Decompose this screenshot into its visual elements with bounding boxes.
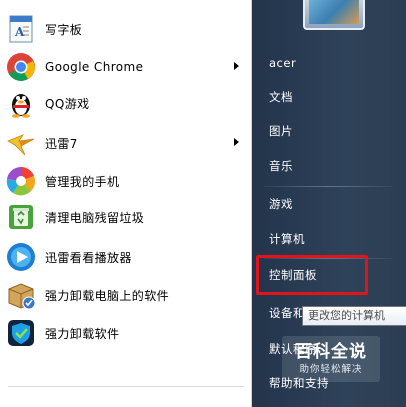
qq-penguin-icon xyxy=(5,87,37,119)
program-item-uninstall-software[interactable]: 强力卸载电脑上的软件 xyxy=(5,278,249,312)
wordpad-icon: A xyxy=(5,13,37,45)
program-item-google-chrome[interactable]: Google Chrome xyxy=(5,50,249,84)
watermark-title: 百科全说 xyxy=(295,342,367,362)
start-menu: A 写字板 Google Chrome QQ游戏 迅雷7 管理我的手机 清理电脑… xyxy=(0,0,406,407)
submenu-arrow-icon[interactable] xyxy=(234,138,239,146)
program-item-xunlei-player[interactable]: 迅雷看看播放器 xyxy=(5,240,249,274)
watermark-logo: 百科全说 助你轻松解决 xyxy=(282,336,380,382)
right-item-user[interactable]: acer xyxy=(262,50,402,76)
program-item-phone-manager[interactable]: 管理我的手机 xyxy=(5,164,249,198)
watermark-subtitle: 助你轻松解决 xyxy=(299,364,363,375)
program-label: QQ游戏 xyxy=(45,96,90,111)
program-label: 清理电脑残留垃圾 xyxy=(45,210,145,225)
user-avatar xyxy=(309,0,359,24)
program-label: 管理我的手机 xyxy=(45,174,120,189)
control-panel-highlight xyxy=(256,255,368,295)
program-label: 强力卸载软件 xyxy=(45,326,120,341)
right-item-computer[interactable]: 计算机 xyxy=(262,226,402,252)
divider xyxy=(8,386,244,387)
phone-manager-icon xyxy=(5,165,37,197)
chrome-icon xyxy=(5,51,37,83)
user-picture-frame[interactable] xyxy=(303,0,365,30)
program-label: 强力卸载电脑上的软件 xyxy=(45,288,170,303)
recycle-bin-icon xyxy=(5,201,37,233)
program-label: 迅雷看看播放器 xyxy=(45,250,132,265)
right-item-documents[interactable]: 文档 xyxy=(262,84,402,110)
submenu-arrow-icon[interactable] xyxy=(234,62,239,70)
program-label: 写字板 xyxy=(45,22,83,37)
program-item-qq-games[interactable]: QQ游戏 xyxy=(5,86,249,120)
uninstaller-box-icon xyxy=(5,279,37,311)
tooltip: 更改您的计算机 xyxy=(302,306,406,326)
program-item-power-uninstall[interactable]: 强力卸载软件 xyxy=(5,316,249,350)
programs-list: A 写字板 Google Chrome QQ游戏 迅雷7 管理我的手机 清理电脑… xyxy=(0,0,252,407)
program-item-wordpad[interactable]: A 写字板 xyxy=(5,12,249,46)
right-item-music[interactable]: 音乐 xyxy=(262,153,402,179)
right-separator xyxy=(264,186,392,187)
right-item-games[interactable]: 游戏 xyxy=(262,191,402,217)
program-item-xunlei7[interactable]: 迅雷7 xyxy=(5,126,249,160)
program-item-clean-junk[interactable]: 清理电脑残留垃圾 xyxy=(5,200,249,234)
program-label: 迅雷7 xyxy=(45,136,78,151)
thunder-bird-icon xyxy=(5,127,37,159)
shield-uninstall-icon xyxy=(5,317,37,349)
program-label: Google Chrome xyxy=(45,60,144,74)
xunlei-player-icon xyxy=(5,241,37,273)
right-item-pictures[interactable]: 图片 xyxy=(262,118,402,144)
